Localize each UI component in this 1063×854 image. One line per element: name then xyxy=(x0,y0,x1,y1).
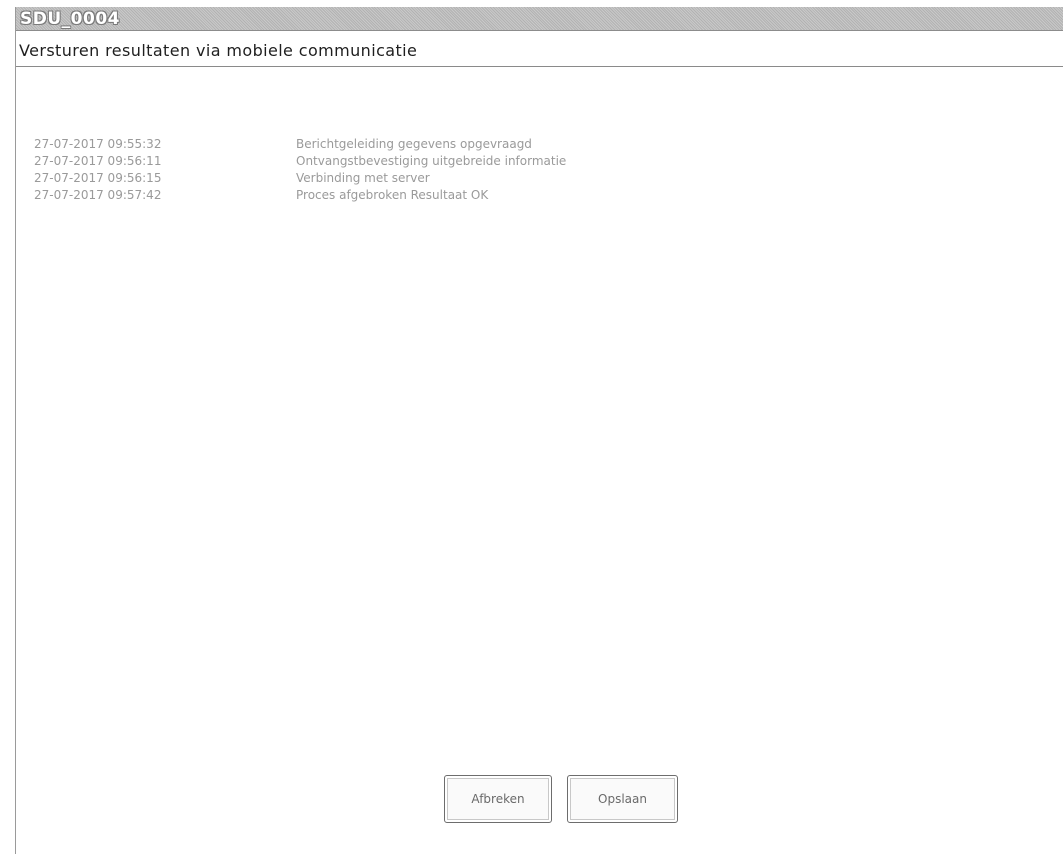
log-message: Ontvangstbevestiging uitgebreide informa… xyxy=(296,154,567,168)
log-timestamp: 27-07-2017 09:56:15 xyxy=(34,171,162,185)
log-timestamp: 27-07-2017 09:57:42 xyxy=(34,188,162,202)
save-button[interactable]: Opslaan xyxy=(567,775,678,823)
dialog-window: SDU_0004 Versturen resultaten via mobiel… xyxy=(15,7,1063,854)
page-title: Versturen resultaten via mobiele communi… xyxy=(19,41,418,60)
log-timestamp: 27-07-2017 09:55:32 xyxy=(34,137,162,151)
cancel-button[interactable]: Afbreken xyxy=(444,775,552,823)
window-title: SDU_0004 xyxy=(20,9,120,29)
log-message: Berichtgeleiding gegevens opgevraagd xyxy=(296,137,532,151)
log-message: Proces afgebroken Resultaat OK xyxy=(296,188,489,202)
log-message: Verbinding met server xyxy=(296,171,430,185)
subtitle-bar: Versturen resultaten via mobiele communi… xyxy=(16,31,1063,67)
title-bar: SDU_0004 xyxy=(16,7,1063,31)
log-timestamp: 27-07-2017 09:56:11 xyxy=(34,154,162,168)
